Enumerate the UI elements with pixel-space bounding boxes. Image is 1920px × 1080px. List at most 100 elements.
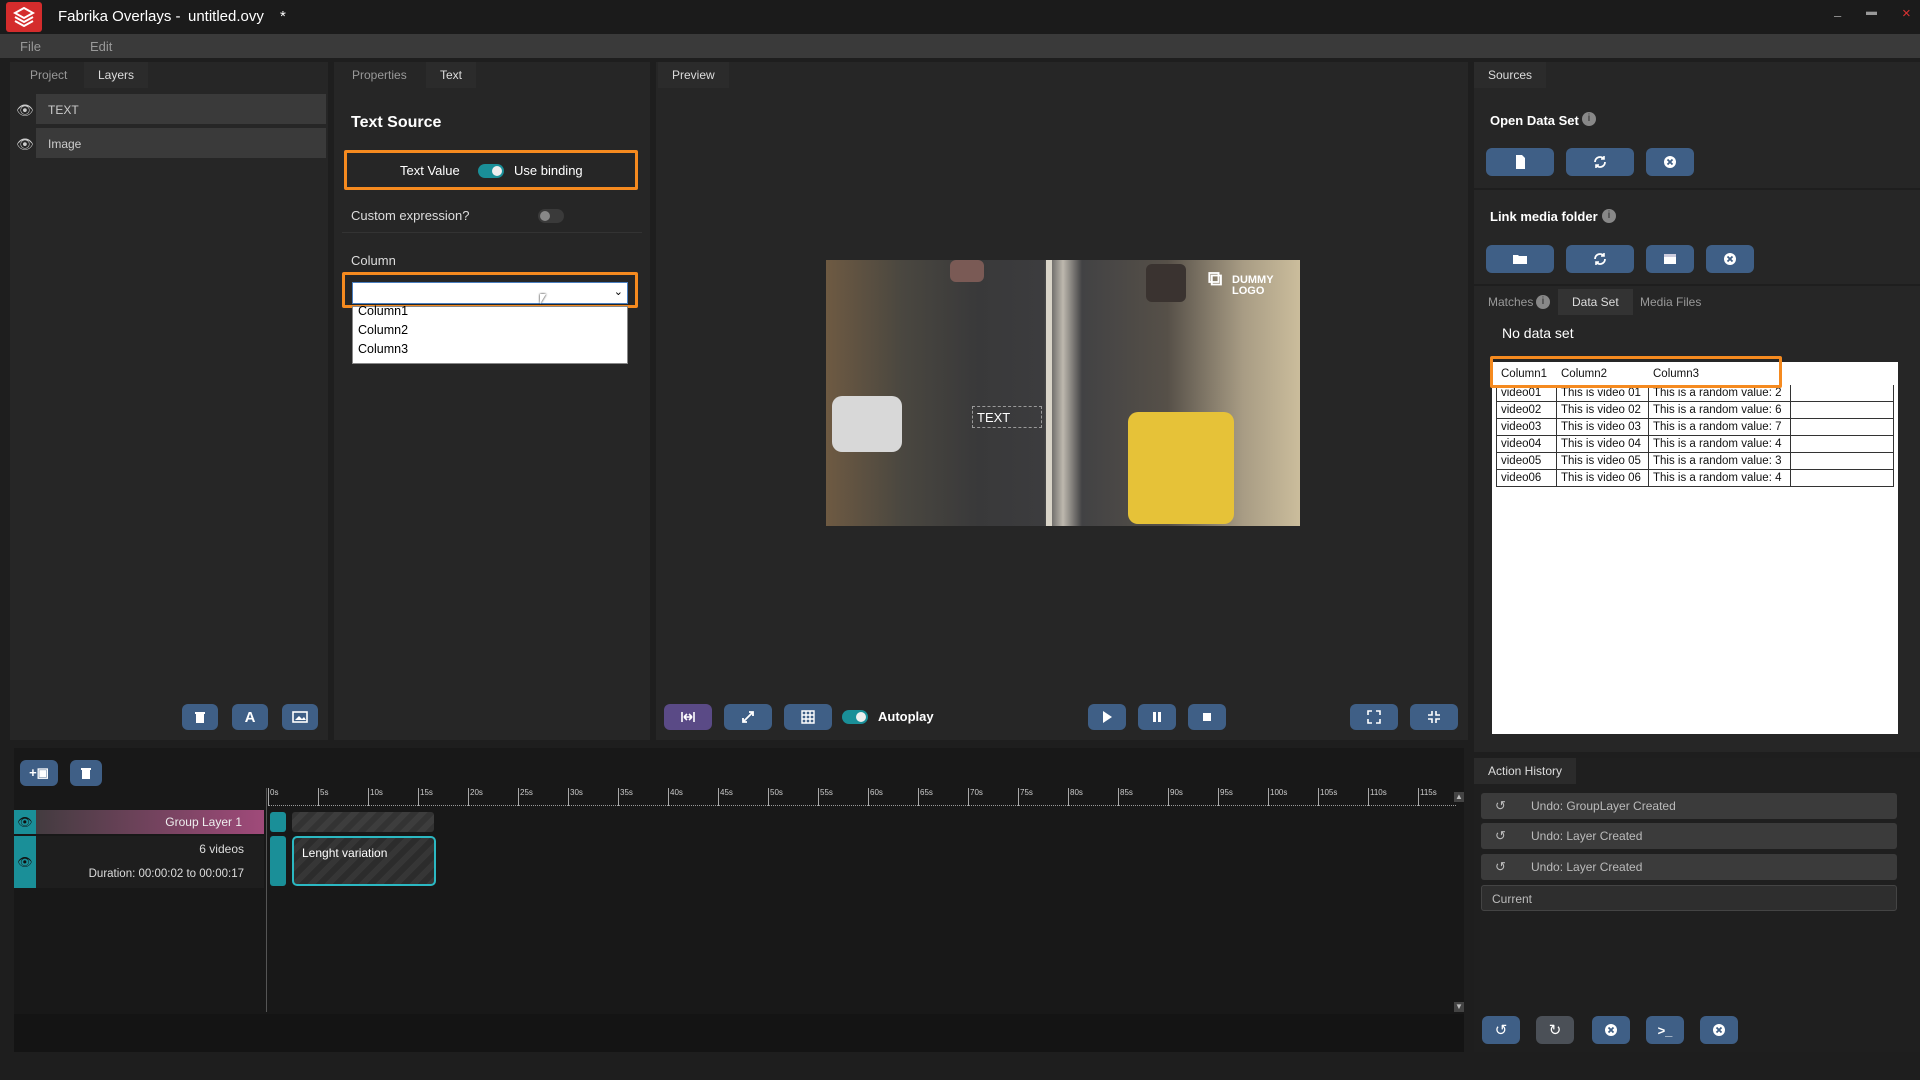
video-clip[interactable]: Lenght variation (292, 836, 436, 886)
grid-button[interactable] (784, 704, 832, 730)
ruler-label: 100s (1270, 788, 1288, 797)
ruler-label: 90s (1170, 788, 1183, 797)
group-layer-name: Group Layer 1 (165, 815, 242, 829)
history-item[interactable]: ↺ Undo: GroupLayer Created (1481, 793, 1897, 819)
properties-panel: Properties Text Text Source Text Value U… (334, 62, 650, 740)
refresh-data-button[interactable] (1566, 148, 1634, 176)
layer-row-image[interactable]: 👁 Image (10, 128, 328, 158)
layer-name-box (36, 94, 326, 124)
clip-handle[interactable] (270, 836, 286, 886)
redo-button[interactable]: ↻ (1536, 1016, 1574, 1044)
group-clip-start[interactable] (270, 812, 286, 832)
pause-button[interactable] (1138, 704, 1176, 730)
ruler-tick (968, 788, 969, 806)
timeline-scrollbar[interactable]: ▲ ▼ (1454, 792, 1464, 1012)
ruler-label: 15s (420, 788, 433, 797)
history-item[interactable]: ↺ Undo: Layer Created (1481, 854, 1897, 880)
ruler-label: 30s (570, 788, 583, 797)
menu-edit[interactable]: Edit (90, 39, 112, 54)
close-circle-icon (1605, 1024, 1617, 1036)
divider (1474, 188, 1920, 190)
dropdown-option-column1[interactable]: Column1 (358, 304, 408, 318)
play-button[interactable] (1088, 704, 1126, 730)
group-layer-row[interactable]: 👁 Group Layer 1 (14, 810, 264, 834)
refresh-media-button[interactable] (1566, 245, 1634, 273)
history-item[interactable]: ↺ Undo: Layer Created (1481, 823, 1897, 849)
table-row[interactable]: video02 This is video 02 This is a random … (1496, 401, 1894, 419)
tab-preview[interactable]: Preview (658, 62, 729, 88)
close-button[interactable]: × (1902, 5, 1911, 22)
fullscreen-icon (1367, 710, 1381, 724)
undo-button[interactable]: ↺ (1482, 1016, 1520, 1044)
delete-group-button[interactable] (70, 760, 102, 786)
minimize-button[interactable]: – (1834, 8, 1841, 23)
eye-icon[interactable]: 👁 (16, 136, 34, 153)
use-binding-label: Use binding (514, 163, 583, 178)
stop-icon (1203, 713, 1211, 721)
tab-sources[interactable]: Sources (1474, 62, 1547, 88)
car-small (950, 260, 984, 282)
overlay-text: TEXT (977, 410, 1011, 425)
expand-button[interactable] (724, 704, 772, 730)
table-row[interactable]: video05 This is video 05 This is a random … (1496, 452, 1894, 470)
menu-file[interactable]: File (20, 39, 41, 54)
video-count: 6 videos (199, 842, 244, 856)
undo-icon: ↺ (1494, 1022, 1508, 1039)
chevron-down-icon: ⌄ (613, 286, 623, 298)
use-binding-toggle[interactable] (478, 164, 504, 178)
refresh-icon (1594, 253, 1606, 265)
clear-history-button[interactable] (1592, 1016, 1630, 1044)
stop-button[interactable] (1188, 704, 1226, 730)
add-text-layer-button[interactable]: A (232, 704, 268, 730)
table-row[interactable]: video04 This is video 04 This is a random … (1496, 435, 1894, 453)
tab-matches[interactable]: Matches (1474, 289, 1567, 315)
dropdown-option-column2[interactable]: Column2 (358, 323, 408, 337)
group-clip-bar[interactable] (292, 812, 434, 832)
timeline-ruler[interactable]: 0s 5s 10s 15s 20s 25s 30s 35s 40s 45s 50s 55s 60s 65s… (268, 788, 1456, 806)
media-browser-button[interactable] (1646, 245, 1694, 273)
tab-project[interactable]: Project (16, 62, 81, 88)
dropdown-option-column3[interactable]: Column3 (358, 342, 408, 356)
scroll-down-icon[interactable]: ▼ (1454, 1002, 1464, 1012)
layer-row-text[interactable]: 👁 TEXT (10, 94, 328, 124)
eye-icon[interactable]: 👁 (14, 836, 36, 888)
scroll-up-icon[interactable]: ▲ (1454, 792, 1464, 802)
clear-data-button[interactable] (1646, 148, 1694, 176)
eye-icon[interactable]: 👁 (16, 102, 34, 119)
add-image-layer-button[interactable] (282, 704, 318, 730)
ruler-label: 45s (720, 788, 733, 797)
tab-layers[interactable]: Layers (84, 62, 149, 88)
fit-width-button[interactable] (664, 704, 712, 730)
console-button[interactable]: >_ (1646, 1016, 1684, 1044)
table-row[interactable]: video06 This is video 06 This is a random … (1496, 469, 1894, 487)
logo-mark-icon: ⧉ (1208, 268, 1223, 290)
delete-layer-button[interactable] (182, 704, 218, 730)
maximize-button[interactable]: ▬ (1866, 6, 1877, 18)
undo-icon: ↺ (1495, 798, 1506, 813)
ruler-tick (268, 788, 269, 806)
fullscreen-button[interactable] (1350, 704, 1398, 730)
column-dropdown-list: Column1 Column2 Column3 (352, 304, 628, 364)
ruler-tick (1368, 788, 1369, 806)
tab-text[interactable]: Text (426, 62, 477, 88)
exit-fullscreen-button[interactable] (1410, 704, 1458, 730)
trash-icon (81, 768, 91, 779)
eye-icon[interactable]: 👁 (14, 810, 36, 834)
add-group-button[interactable]: +▣ (20, 760, 58, 786)
history-current[interactable]: Current (1481, 885, 1897, 911)
tab-data-set[interactable]: Data Set (1558, 289, 1633, 315)
column-select[interactable]: ⌄ (352, 282, 628, 304)
overlay-text-box[interactable]: TEXT (972, 406, 1042, 428)
clear-media-button[interactable] (1706, 245, 1754, 273)
tab-action-history[interactable]: Action History (1474, 758, 1577, 784)
autoplay-toggle[interactable] (842, 710, 868, 724)
custom-expression-toggle[interactable] (538, 209, 564, 223)
open-folder-button[interactable] (1486, 245, 1554, 273)
tab-media-files[interactable]: Media Files (1626, 289, 1715, 315)
open-file-button[interactable] (1486, 148, 1554, 176)
tab-properties[interactable]: Properties (338, 62, 421, 88)
close-panel-button[interactable] (1700, 1016, 1738, 1044)
trash-icon (195, 712, 205, 723)
refresh-icon (1594, 156, 1606, 168)
table-row[interactable]: video03 This is video 03 This is a random … (1496, 418, 1894, 436)
